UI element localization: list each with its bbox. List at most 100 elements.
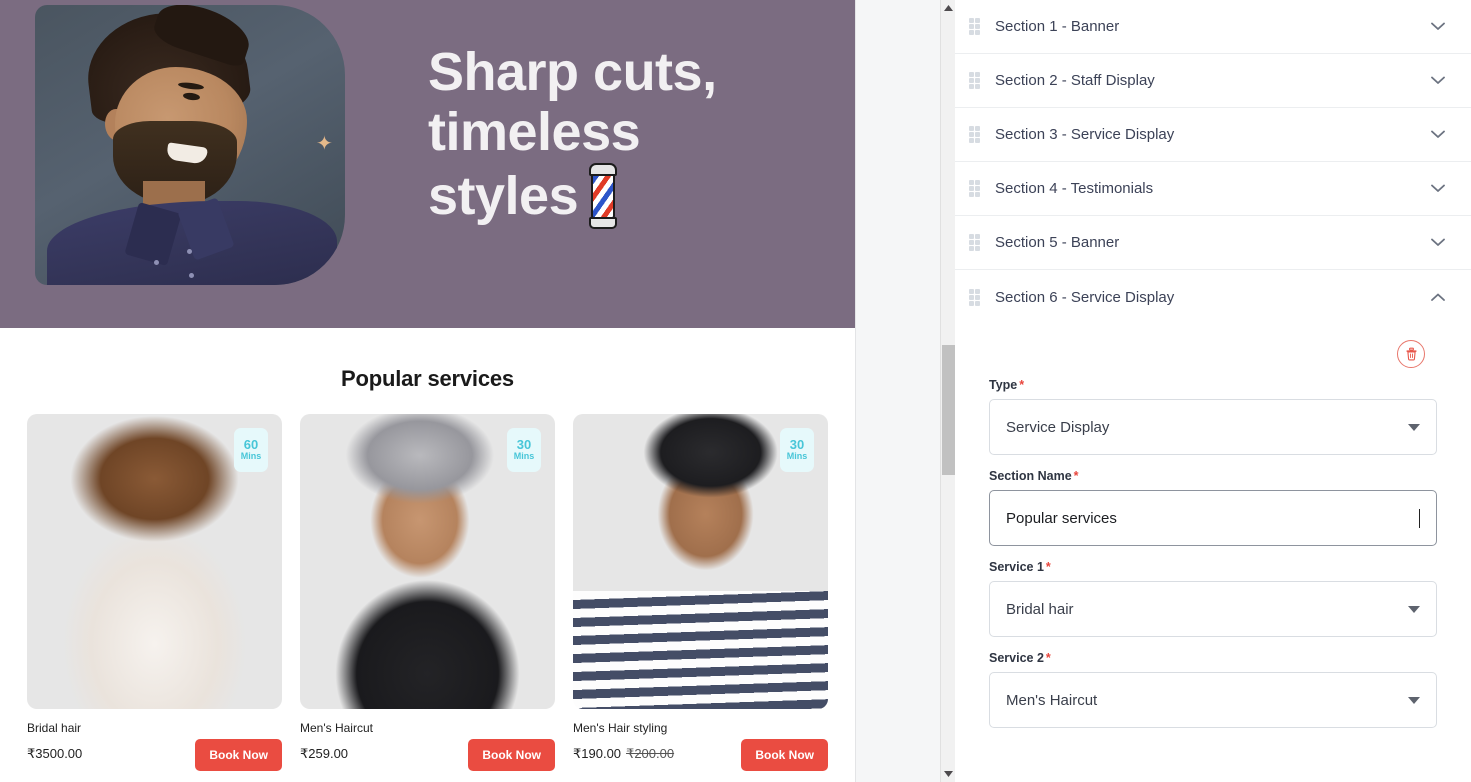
chevron-down-icon[interactable] (1408, 696, 1420, 704)
service-price: ₹259.00 (300, 746, 373, 762)
service-1-select[interactable]: Bridal hair (989, 581, 1437, 637)
book-now-button[interactable]: Book Now (195, 739, 282, 771)
duration-unit: Mins (513, 451, 535, 462)
label-text: Section Name (989, 469, 1072, 483)
service-card-image: 30 Mins (573, 414, 828, 709)
drag-handle-icon[interactable] (969, 18, 981, 35)
barber-pole-icon (584, 162, 622, 229)
book-now-button[interactable]: Book Now (468, 739, 555, 771)
type-select-value: Service Display (1006, 418, 1110, 436)
page-scrollbar[interactable] (940, 0, 955, 782)
field-label-service-2: Service 2 * (989, 651, 1437, 665)
chevron-down-icon[interactable] (1429, 72, 1447, 90)
service-2-value: Men's Haircut (1006, 691, 1098, 709)
banner-section: ✦ Sharp cuts, timeless styles (0, 0, 855, 328)
sidebar-item-section-5[interactable]: Section 5 - Banner (955, 216, 1471, 270)
chevron-down-icon[interactable] (1429, 18, 1447, 36)
service-name: Men's Haircut (300, 721, 373, 735)
chevron-down-icon[interactable] (1408, 423, 1420, 431)
service-card-image: 30 Mins (300, 414, 555, 709)
service-card[interactable]: 30 Mins Men's Hair styling ₹190.00 ₹200.0… (573, 414, 828, 771)
text-caret (1419, 508, 1420, 528)
banner-headline-line3: styles (428, 165, 579, 226)
duration-unit: Mins (786, 451, 808, 462)
required-marker: * (1045, 651, 1051, 665)
required-marker: * (1019, 378, 1025, 392)
service-name: Bridal hair (27, 721, 82, 735)
drag-handle-icon[interactable] (969, 288, 981, 306)
banner-headline-line2: timeless (428, 102, 641, 163)
duration-badge: 30 Mins (780, 428, 814, 472)
duration-unit: Mins (240, 451, 262, 462)
website-preview-pane: ✦ Sharp cuts, timeless styles Popular se… (0, 0, 855, 782)
duration-badge: 30 Mins (507, 428, 541, 472)
service-price-original: ₹200.00 (626, 746, 675, 761)
service-card-image: 60 Mins (27, 414, 282, 709)
sidebar-item-section-3[interactable]: Section 3 - Service Display (955, 108, 1471, 162)
required-marker: * (1045, 560, 1051, 574)
barber-model-illustration (35, 5, 345, 285)
section-editor-panel: Section 1 - Banner Section 2 - Staff Dis… (955, 0, 1471, 782)
field-label-type: Type * (989, 378, 1437, 392)
field-service-2: Service 2 * Men's Haircut (989, 651, 1437, 728)
section-list: Section 1 - Banner Section 2 - Staff Dis… (955, 0, 1471, 752)
chevron-down-icon[interactable] (1408, 605, 1420, 613)
field-type: Type * Service Display (989, 378, 1437, 455)
chevron-up-icon[interactable] (1429, 288, 1447, 306)
service-display-section: Popular services 60 Mins Bridal hair ₹35… (0, 366, 855, 771)
duration-value: 30 (789, 436, 805, 452)
banner-photo (35, 5, 345, 285)
duration-value: 30 (516, 436, 532, 452)
sidebar-item-section-1[interactable]: Section 1 - Banner (955, 0, 1471, 54)
service-price-current: ₹3500.00 (27, 746, 83, 761)
drag-handle-icon[interactable] (969, 234, 981, 251)
page-builder-app: ✦ Sharp cuts, timeless styles Popular se… (0, 0, 1471, 782)
service-price: ₹3500.00 (27, 746, 82, 762)
chevron-down-icon[interactable] (1429, 234, 1447, 252)
service-price-current: ₹190.00 (573, 746, 622, 761)
service-price-current: ₹259.00 (300, 746, 349, 761)
drag-handle-icon[interactable] (969, 72, 981, 89)
scroll-up-arrow-icon[interactable] (941, 0, 956, 16)
service-card[interactable]: 60 Mins Bridal hair ₹3500.00 Book Now (27, 414, 282, 771)
section-label: Section 5 - Banner (995, 234, 1120, 251)
drag-handle-icon[interactable] (969, 180, 981, 197)
preview-gutter (855, 0, 955, 782)
service-price: ₹190.00 ₹200.00 (573, 746, 674, 762)
sidebar-item-section-2[interactable]: Section 2 - Staff Display (955, 54, 1471, 108)
scrollbar-thumb[interactable] (942, 345, 955, 475)
service-card[interactable]: 30 Mins Men's Haircut ₹259.00 Book Now (300, 414, 555, 771)
chevron-down-icon[interactable] (1429, 180, 1447, 198)
banner-headline: Sharp cuts, timeless styles (428, 42, 828, 229)
sidebar-item-section-6[interactable]: Section 6 - Service Display (955, 270, 1471, 324)
section-name-value: Popular services (1006, 509, 1117, 527)
section-label: Section 2 - Staff Display (995, 72, 1155, 89)
section-label: Section 6 - Service Display (995, 288, 1175, 306)
duration-badge: 60 Mins (234, 428, 268, 472)
service-1-value: Bridal hair (1006, 600, 1074, 618)
type-select[interactable]: Service Display (989, 399, 1437, 455)
section-label: Section 4 - Testimonials (995, 180, 1154, 197)
chevron-down-icon[interactable] (1429, 126, 1447, 144)
service-cards-row: 60 Mins Bridal hair ₹3500.00 Book Now 30… (0, 392, 855, 771)
service-name: Men's Hair styling (573, 721, 668, 735)
services-section-title: Popular services (341, 366, 514, 391)
delete-section-button[interactable] (1397, 340, 1425, 368)
drag-handle-icon[interactable] (969, 126, 981, 143)
label-text: Service 2 (989, 651, 1044, 665)
sparkle-icon: ✦ (316, 133, 333, 155)
field-label-service-1: Service 1 * (989, 560, 1437, 574)
label-text: Type (989, 378, 1018, 392)
sidebar-item-section-4[interactable]: Section 4 - Testimonials (955, 162, 1471, 216)
field-service-1: Service 1 * Bridal hair (989, 560, 1437, 637)
section-label: Section 1 - Banner (995, 18, 1120, 35)
service-2-select[interactable]: Men's Haircut (989, 672, 1437, 728)
required-marker: * (1073, 469, 1079, 483)
scroll-down-arrow-icon[interactable] (941, 766, 956, 782)
duration-value: 60 (243, 436, 259, 452)
trash-icon (1406, 347, 1416, 361)
book-now-button[interactable]: Book Now (741, 739, 828, 771)
label-text: Service 1 (989, 560, 1044, 574)
field-label-section-name: Section Name * (989, 469, 1437, 483)
section-name-input[interactable]: Popular services (989, 490, 1437, 546)
